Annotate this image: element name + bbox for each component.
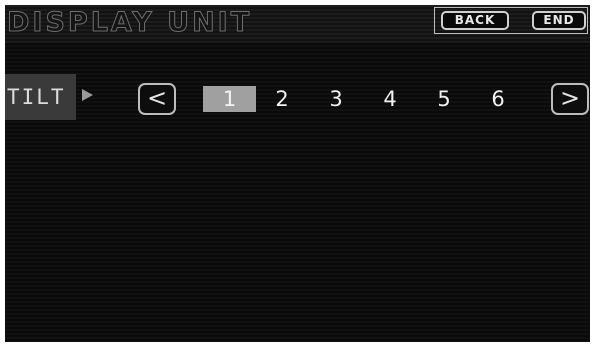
tilt-option-5[interactable]: 5	[424, 83, 464, 115]
tilt-option-1[interactable]: 1	[203, 86, 256, 112]
tilt-option-3[interactable]: 3	[316, 83, 356, 115]
triangle-right-icon	[82, 89, 93, 101]
header-button-group: BACK END	[434, 7, 588, 34]
previous-button[interactable]: <	[138, 83, 176, 115]
tilt-option-2[interactable]: 2	[262, 83, 302, 115]
end-button[interactable]: END	[532, 11, 586, 30]
tilt-option-4[interactable]: 4	[370, 83, 410, 115]
display-unit-screen: DISPLAY UNIT BACK END TILT < 1 2 3 4 5 6…	[5, 5, 590, 342]
next-button[interactable]: >	[551, 83, 589, 115]
header-bar: DISPLAY UNIT BACK END	[5, 5, 590, 43]
page-title: DISPLAY UNIT	[6, 7, 253, 39]
back-button[interactable]: BACK	[441, 11, 509, 30]
tilt-option-6[interactable]: 6	[478, 83, 518, 115]
tilt-label: TILT	[5, 74, 76, 120]
